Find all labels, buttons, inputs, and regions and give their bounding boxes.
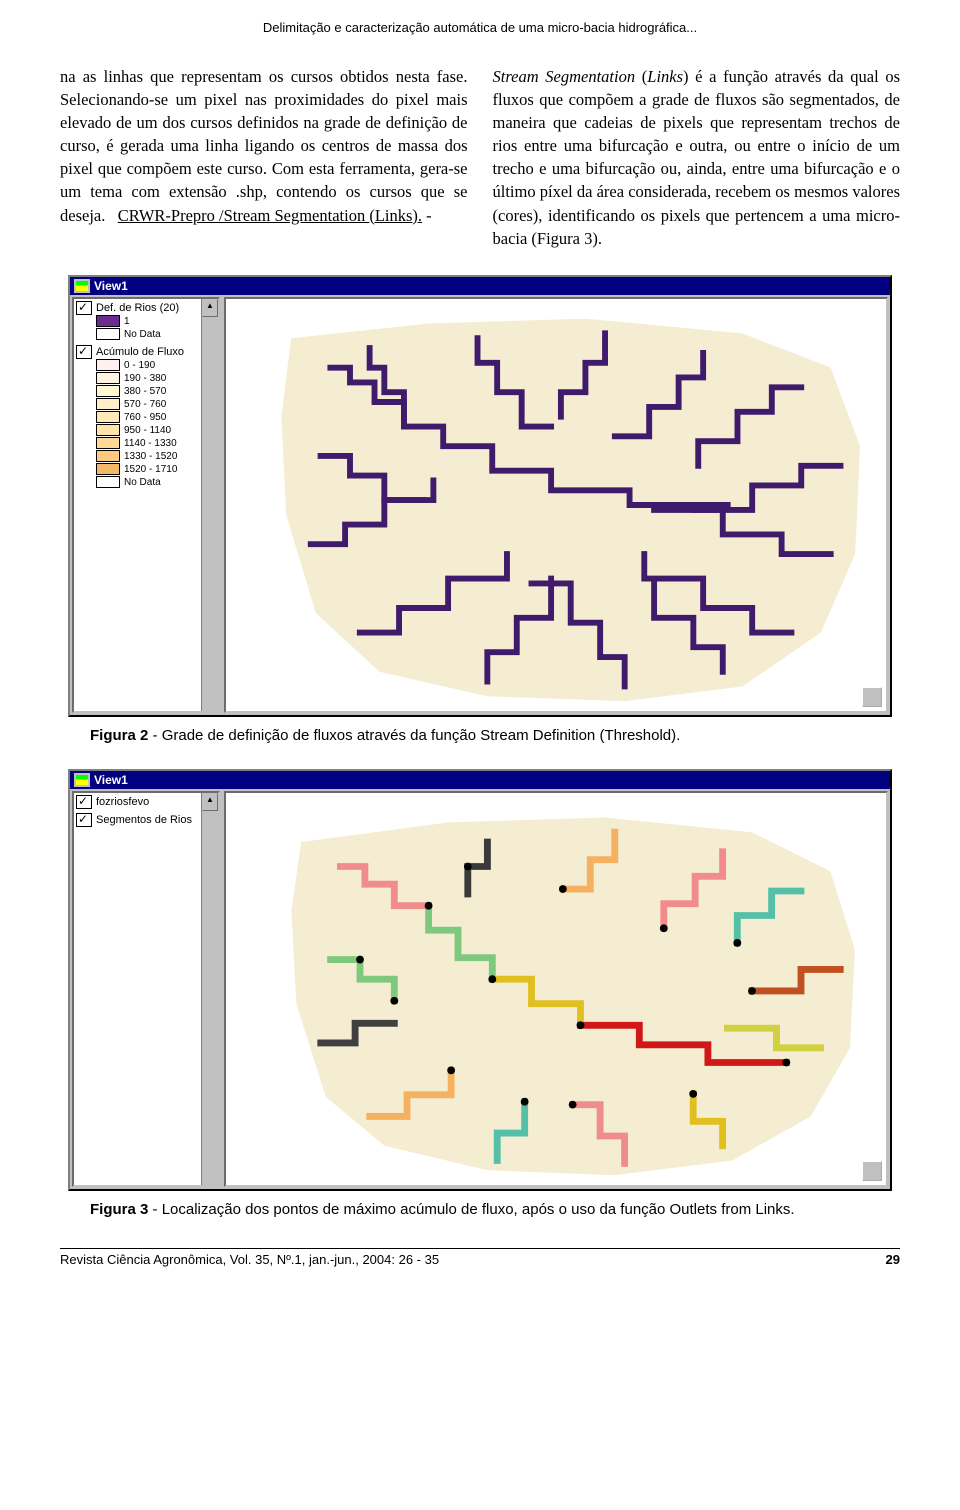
layer-checkbox[interactable] <box>76 301 92 315</box>
figure-2-caption: Figura 2 - Grade de definição de fluxos … <box>60 727 900 744</box>
legend-group-1: Def. de Rios (20) 1No Data <box>76 301 216 341</box>
legend-label: 760 - 950 <box>124 411 166 424</box>
legend-item: 1330 - 1520 <box>96 450 216 463</box>
legend-item: 950 - 1140 <box>96 424 216 437</box>
layer-checkbox[interactable] <box>76 795 92 809</box>
color-swatch <box>96 315 120 327</box>
color-swatch <box>96 450 120 462</box>
map-svg <box>226 793 886 1185</box>
legend-item: 0 - 190 <box>96 359 216 372</box>
window-icon <box>74 279 90 293</box>
window-title: View1 <box>94 773 128 787</box>
window-titlebar[interactable]: View1 <box>70 771 890 789</box>
figure-3: View1 fozriosfevo Segmentos de Rios <box>60 769 900 1218</box>
legend-panel[interactable]: fozriosfevo Segmentos de Rios ▲ <box>72 791 220 1187</box>
color-swatch <box>96 476 120 488</box>
gis-window-1: View1 Def. de Rios (20) 1No Data Ac <box>68 275 892 717</box>
layer-checkbox[interactable] <box>76 813 92 827</box>
legend-label: 380 - 570 <box>124 385 166 398</box>
layer-title-3: fozriosfevo <box>96 796 149 808</box>
window-titlebar[interactable]: View1 <box>70 277 890 295</box>
legend-item: 190 - 380 <box>96 372 216 385</box>
legend-item: 1520 - 1710 <box>96 463 216 476</box>
map-canvas-1[interactable] <box>224 297 888 713</box>
layer-checkbox[interactable] <box>76 345 92 359</box>
gis-window-2: View1 fozriosfevo Segmentos de Rios <box>68 769 892 1191</box>
layer-title-1: Def. de Rios (20) <box>96 302 179 314</box>
legend-item: 380 - 570 <box>96 385 216 398</box>
color-swatch <box>96 424 120 436</box>
legend-item: 570 - 760 <box>96 398 216 411</box>
legend-label: 570 - 760 <box>124 398 166 411</box>
legend-panel[interactable]: Def. de Rios (20) 1No Data Acúmulo de Fl… <box>72 297 220 713</box>
legend-item: 1 <box>96 315 216 328</box>
color-swatch <box>96 437 120 449</box>
color-swatch <box>96 372 120 384</box>
legend-item: No Data <box>96 476 216 489</box>
legend-label: 1 <box>124 315 130 328</box>
legend-group-2: Acúmulo de Fluxo 0 - 190190 - 380380 - 5… <box>76 345 216 489</box>
footer: Revista Ciência Agronômica, Vol. 35, Nº.… <box>60 1248 900 1267</box>
color-swatch <box>96 328 120 340</box>
legend-label: No Data <box>124 328 161 341</box>
page-number: 29 <box>886 1252 900 1267</box>
scrollbar[interactable]: ▲ <box>201 299 218 711</box>
left-column: na as linhas que representam os cursos o… <box>60 65 468 250</box>
running-header: Delimitação e caracterização automática … <box>60 20 900 35</box>
link-text-crwr: CRWR-Prepro /Stream Segmentation (Links)… <box>118 206 422 225</box>
legend-label: No Data <box>124 476 161 489</box>
map-svg <box>226 299 886 711</box>
figure-2: View1 Def. de Rios (20) 1No Data Ac <box>60 275 900 744</box>
color-swatch <box>96 359 120 371</box>
right-body: ) é a função através da qual os fluxos q… <box>493 67 901 248</box>
map-canvas-2[interactable] <box>224 791 888 1187</box>
scrollbar[interactable]: ▲ <box>201 793 218 1185</box>
scroll-up-icon[interactable]: ▲ <box>202 793 218 811</box>
legend-item: 1140 - 1330 <box>96 437 216 450</box>
legend-label: 0 - 190 <box>124 359 155 372</box>
body-columns: na as linhas que representam os cursos o… <box>60 65 900 250</box>
legend-label: 1520 - 1710 <box>124 463 177 476</box>
left-p2-suffix: - <box>426 206 432 225</box>
right-italic-1: Stream Segmentation <box>493 67 636 86</box>
legend-label: 190 - 380 <box>124 372 166 385</box>
legend-label: 950 - 1140 <box>124 424 171 437</box>
figure-3-caption: Figura 3 - Localização dos pontos de máx… <box>60 1201 900 1218</box>
legend-item: No Data <box>96 328 216 341</box>
layer-title-4: Segmentos de Rios <box>96 814 192 826</box>
legend-label: 1330 - 1520 <box>124 450 177 463</box>
right-column: Stream Segmentation (Links) é a função a… <box>493 65 901 250</box>
color-swatch <box>96 398 120 410</box>
left-paragraph: na as linhas que representam os cursos o… <box>60 67 468 225</box>
legend-item: 760 - 950 <box>96 411 216 424</box>
footer-revista: Revista Ciência Agronômica, Vol. 35, Nº.… <box>60 1252 439 1267</box>
color-swatch <box>96 411 120 423</box>
scroll-up-icon[interactable]: ▲ <box>202 299 218 317</box>
right-italic-2: Links <box>647 67 683 86</box>
map-resize-icon[interactable] <box>862 687 882 707</box>
map-resize-icon[interactable] <box>862 1161 882 1181</box>
color-swatch <box>96 385 120 397</box>
legend-label: 1140 - 1330 <box>124 437 177 450</box>
window-title: View1 <box>94 279 128 293</box>
color-swatch <box>96 463 120 475</box>
window-icon <box>74 773 90 787</box>
layer-title-2: Acúmulo de Fluxo <box>96 346 184 358</box>
